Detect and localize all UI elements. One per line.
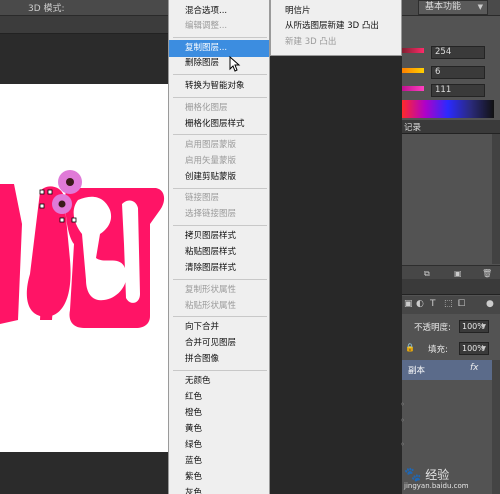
filter-toggle-icon[interactable]: ● <box>486 299 494 309</box>
menu-separator <box>173 97 267 98</box>
fill-row: 🔒 填充: 100% ▼ <box>402 340 500 358</box>
menu-item-enable-layer-mask: 启用图层蒙版 <box>185 140 237 150</box>
menu-item-red[interactable]: 红色 <box>169 389 269 406</box>
submenu-item-new-3d-extrusion-from-layer[interactable]: 从所选图层新建 3D 凸出 <box>271 19 401 34</box>
type-filter-icon[interactable]: T <box>430 299 436 309</box>
menu-item-create-clipping-mask[interactable]: 创建剪贴蒙版 <box>169 169 269 186</box>
menu-item-paste-layer-style[interactable]: 粘贴图层样式 <box>169 244 269 261</box>
fx-icon[interactable]: fx <box>470 363 479 373</box>
color-spectrum[interactable] <box>402 100 494 118</box>
menu-separator <box>173 279 267 280</box>
canvas-pasteboard <box>0 452 168 494</box>
cursor-icon <box>229 56 241 72</box>
3d-mode-label: 3D 模式: <box>28 4 65 14</box>
green-slider[interactable] <box>402 68 424 73</box>
baidu-watermark: 🐾 经验 <box>404 466 449 483</box>
menu-item-link-layers: 链接图层 <box>185 193 220 203</box>
blue-slider[interactable] <box>402 86 424 91</box>
menu-separator <box>173 188 267 189</box>
ruler <box>0 16 168 34</box>
photoshop-window: 3D 模式: 基本功能 ▼ 混合选项... 编辑调整... 复制图层... 删除… <box>0 0 500 494</box>
menu-item-flatten-image[interactable]: 拼合图像 <box>169 351 269 368</box>
red-value-field[interactable]: 254 <box>431 46 485 59</box>
menu-item-orange[interactable]: 橙色 <box>169 405 269 422</box>
menu-separator <box>173 316 267 317</box>
fill-label: 填充: <box>428 345 448 355</box>
menu-separator <box>173 134 267 135</box>
history-footer: ⧉ ▣ 🗑 <box>402 265 500 279</box>
menu-separator <box>173 74 267 75</box>
workspace-label: 基本功能 <box>425 2 462 12</box>
menu-item-select-linked-layers: 选择链接图层 <box>185 209 237 219</box>
chevron-down-icon: ▼ <box>481 345 486 352</box>
history-scrollbar[interactable] <box>492 134 500 264</box>
menu-item-gray[interactable]: 灰色 <box>169 485 269 494</box>
menu-item-merge-down[interactable]: 向下合并 <box>169 319 269 336</box>
pixel-filter-icon[interactable]: ▣ <box>404 299 413 309</box>
menu-separator <box>173 370 267 371</box>
blue-value-field[interactable]: 111 <box>431 84 485 97</box>
layer-context-menu: 混合选项... 编辑调整... 复制图层... 删除图层 转换为智能对象 栅格化… <box>168 0 270 494</box>
layers-filter-toolbar: ▣ ◐ T ⬚ ⧠ ● <box>402 296 500 314</box>
menu-item-copy-layer-style[interactable]: 拷贝图层样式 <box>169 228 269 245</box>
red-slider[interactable] <box>402 48 424 53</box>
menu-item-edit-adjustment: 编辑调整... <box>185 21 228 31</box>
opacity-label: 不透明度: <box>414 323 451 333</box>
eye-icon[interactable]: ◦ <box>400 400 405 409</box>
green-value-field[interactable]: 6 <box>431 66 485 79</box>
menu-item-yellow[interactable]: 黄色 <box>169 421 269 438</box>
trash-icon[interactable]: 🗑 <box>482 269 492 278</box>
submenu-item-postcard[interactable]: 明信片 <box>271 4 401 19</box>
artwork <box>0 170 165 328</box>
menu-item-copy-shape-attributes: 复制形状属性 <box>185 285 237 295</box>
menu-separator <box>173 37 267 38</box>
watermark-url: jingyan.baidu.com <box>404 482 469 490</box>
eye-icon[interactable]: ◦ <box>400 440 405 449</box>
opacity-row: 不透明度: 100% ▼ <box>402 318 500 336</box>
history-tab-label: 记录 <box>404 123 422 133</box>
camera-icon[interactable]: ▣ <box>454 269 462 278</box>
fill-field[interactable]: 100% ▼ <box>459 342 489 355</box>
menu-item-clear-layer-style[interactable]: 清除图层样式 <box>169 260 269 277</box>
chevron-down-icon: ▼ <box>477 3 483 11</box>
layer-name: 副本 <box>408 366 426 376</box>
menu-item-paste-shape-attributes: 粘贴形状属性 <box>185 301 237 311</box>
paw-logo-icon: 🐾 <box>404 467 422 483</box>
menu-item-convert-smart-object[interactable]: 转换为智能对象 <box>169 78 269 95</box>
new-document-icon[interactable]: ⧉ <box>424 269 430 279</box>
menu-item-no-color[interactable]: 无颜色 <box>169 373 269 390</box>
menu-item-violet[interactable]: 紫色 <box>169 469 269 486</box>
history-panel-tab[interactable]: 记录 <box>402 120 500 134</box>
3d-submenu: 明信片 从所选图层新建 3D 凸出 新建 3D 凸出 <box>270 0 402 56</box>
lock-icon[interactable]: 🔒 <box>405 343 415 352</box>
menu-item-merge-visible[interactable]: 合并可见图层 <box>169 335 269 352</box>
workspace-select[interactable]: 基本功能 ▼ <box>418 0 488 15</box>
submenu-item-new-3d-extrusion: 新建 3D 凸出 <box>285 37 337 47</box>
menu-item-rasterize-layer: 栅格化图层 <box>185 103 228 113</box>
watermark-text: 经验 <box>425 468 450 482</box>
chevron-down-icon: ▼ <box>481 323 486 330</box>
menu-separator <box>173 225 267 226</box>
smart-object-filter-icon[interactable]: ⧠ <box>458 299 465 309</box>
layers-panel-header <box>402 279 500 295</box>
eye-icon[interactable]: ◦ <box>400 416 405 425</box>
menu-item-enable-vector-mask: 启用矢量蒙版 <box>185 156 237 166</box>
menu-item-rasterize-layer-style[interactable]: 栅格化图层样式 <box>169 116 269 133</box>
opacity-field[interactable]: 100% ▼ <box>459 320 489 333</box>
history-panel <box>402 134 492 264</box>
layers-scrollbar[interactable] <box>492 360 500 494</box>
menu-item-green[interactable]: 绿色 <box>169 437 269 454</box>
layer-row-selected[interactable]: 副本 fx <box>402 360 492 380</box>
shape-filter-icon[interactable]: ⬚ <box>444 299 453 309</box>
menu-item-delete-layer[interactable]: 删除图层 <box>169 55 269 72</box>
adjustment-filter-icon[interactable]: ◐ <box>416 299 424 309</box>
menu-item-blue[interactable]: 蓝色 <box>169 453 269 470</box>
